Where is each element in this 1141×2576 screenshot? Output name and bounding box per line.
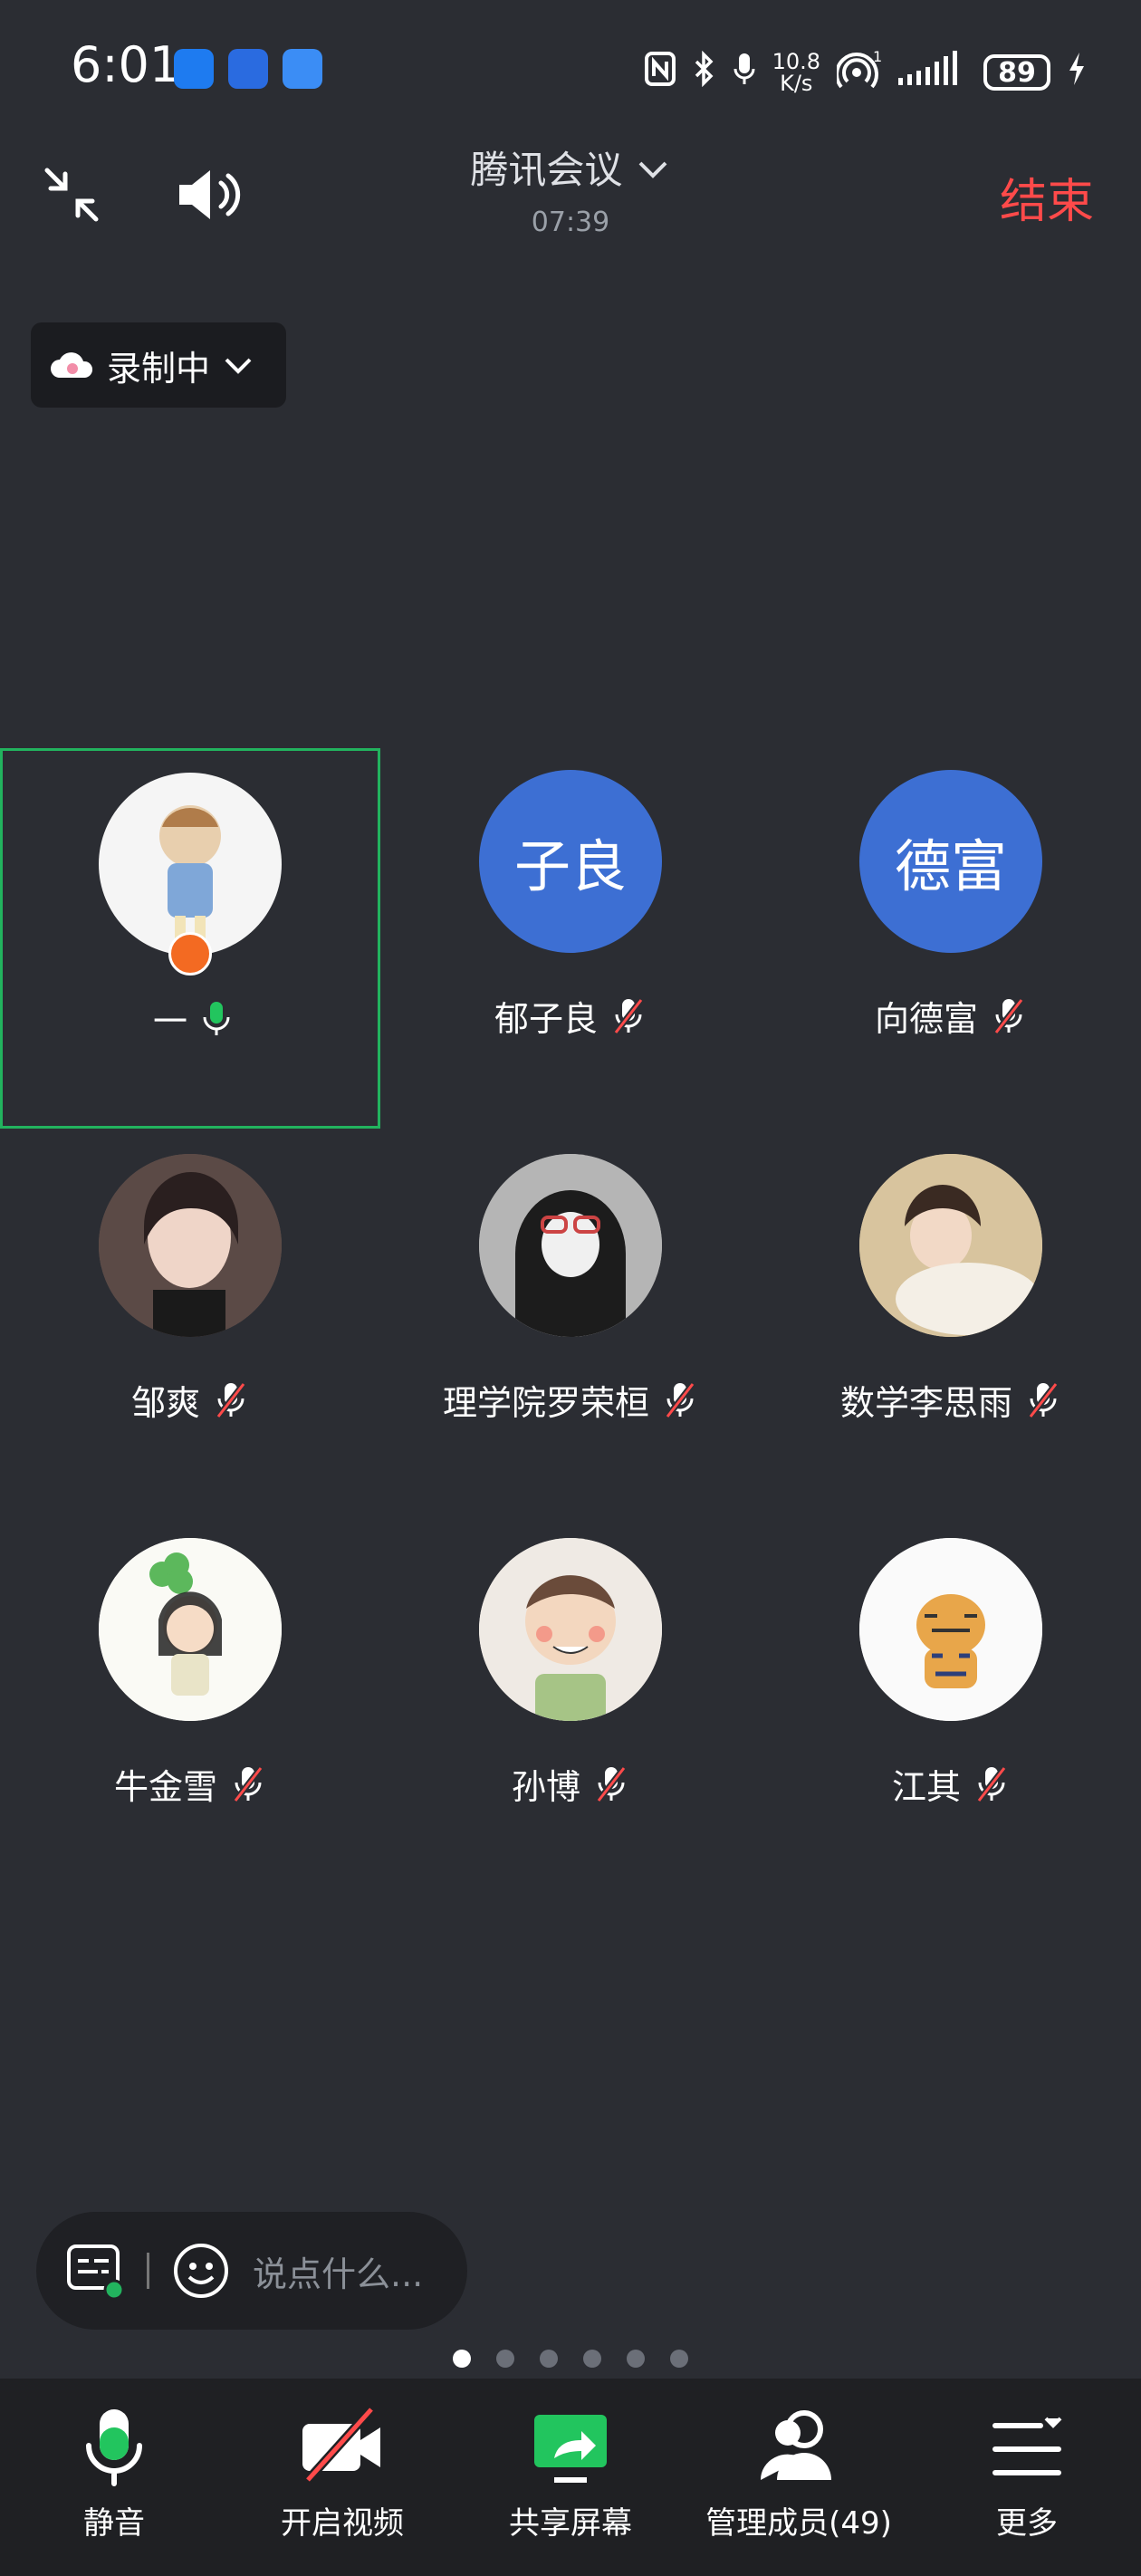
subtitle-icon[interactable] xyxy=(63,2239,127,2302)
mic-on-icon xyxy=(203,1001,230,1035)
participant-tile[interactable]: 牛金雪 xyxy=(0,1516,380,1897)
chevron-down-icon xyxy=(225,358,252,374)
recording-label: 录制中 xyxy=(107,348,211,389)
bluetooth-icon xyxy=(693,50,716,94)
microphone-icon xyxy=(86,2409,142,2486)
battery-indicator: 89 xyxy=(983,54,1050,91)
mic-muted-icon xyxy=(233,1765,264,1802)
participant-tile[interactable]: 德富 向德富 xyxy=(761,748,1141,1129)
mic-muted-icon xyxy=(976,1765,1007,1802)
end-meeting-button[interactable]: 结束 xyxy=(1000,163,1094,231)
hotspot-icon: 1 xyxy=(835,48,882,96)
meeting-title-text: 腾讯会议 xyxy=(470,148,623,192)
chat-separator xyxy=(147,2253,149,2289)
mic-muted-icon xyxy=(613,997,644,1034)
share-screen-icon xyxy=(534,2415,607,2483)
participant-name: 向德富 xyxy=(874,999,978,1039)
avatar xyxy=(859,1154,1042,1337)
signal-icon xyxy=(898,51,967,94)
participant-tile[interactable]: 理学院罗荣桓 xyxy=(380,1132,761,1513)
video-stage: 录制中 一 子良 郁子良 德富 向德富 邹爽 理学院罗荣桓 数学李思雨 牛金雪 … xyxy=(0,261,1141,2379)
participant-name: 孙博 xyxy=(511,1767,580,1807)
page-dot[interactable] xyxy=(453,2350,471,2368)
status-time: 6:01 xyxy=(71,36,181,93)
avatar xyxy=(859,1538,1042,1721)
avatar xyxy=(479,1538,662,1721)
hotspot-sup: 1 xyxy=(873,49,882,65)
bottom-toolbar: 静音 开启视频 共享屏幕 管理成员(49) 更多 xyxy=(0,2379,1141,2576)
participant-name: 一 xyxy=(152,1002,187,1042)
participant-name: 江其 xyxy=(891,1767,961,1807)
page-dot[interactable] xyxy=(627,2350,645,2368)
net-speed-value: 10.8 xyxy=(772,49,820,74)
share-screen-button[interactable]: 共享屏幕 xyxy=(456,2379,685,2576)
participant-tile[interactable]: 子良 郁子良 xyxy=(380,748,761,1129)
network-speed: 10.8 K/s xyxy=(772,51,820,94)
participant-tile[interactable]: 孙博 xyxy=(380,1516,761,1897)
more-button[interactable]: 更多 xyxy=(913,2379,1141,2576)
notification-app-icon xyxy=(174,49,214,89)
avatar: 子良 xyxy=(479,770,662,953)
cloud-icon xyxy=(51,352,93,378)
more-menu-icon xyxy=(992,2417,1062,2475)
chat-input-bar[interactable]: 说点什么... xyxy=(36,2212,467,2330)
mute-label: 静音 xyxy=(83,2505,145,2542)
chevron-down-icon xyxy=(638,161,667,178)
mic-muted-icon xyxy=(1028,1381,1059,1418)
participant-tile[interactable]: 数学李思雨 xyxy=(761,1132,1141,1513)
page-dot[interactable] xyxy=(583,2350,601,2368)
page-dot[interactable] xyxy=(496,2350,514,2368)
nfc-icon xyxy=(644,51,676,94)
mic-status-icon xyxy=(733,51,756,94)
participant-name: 邹爽 xyxy=(130,1383,200,1423)
participant-name: 数学李思雨 xyxy=(839,1383,1012,1423)
page-indicator xyxy=(0,2350,1141,2368)
emoji-icon[interactable] xyxy=(169,2239,233,2302)
notification-weather-icon xyxy=(283,49,322,89)
recording-indicator[interactable]: 录制中 xyxy=(31,322,286,408)
manage-members-button[interactable]: 管理成员(49) xyxy=(685,2379,913,2576)
meeting-header: 腾讯会议 07:39 结束 xyxy=(0,127,1141,261)
avatar xyxy=(479,1154,662,1337)
avatar: 德富 xyxy=(859,770,1042,953)
participant-name: 郁子良 xyxy=(494,999,598,1039)
net-speed-unit: K/s xyxy=(780,71,813,96)
mic-muted-icon xyxy=(596,1765,627,1802)
participant-tile[interactable]: 邹爽 xyxy=(0,1132,380,1513)
share-screen-label: 共享屏幕 xyxy=(509,2505,632,2542)
charging-icon xyxy=(1067,51,1087,94)
avatar xyxy=(99,1154,282,1337)
system-icons: 10.8 K/s 1 89 xyxy=(644,45,1087,100)
chat-placeholder[interactable]: 说点什么... xyxy=(253,2246,423,2296)
participant-tile[interactable]: 江其 xyxy=(761,1516,1141,1897)
host-badge-icon xyxy=(168,932,212,976)
mic-muted-icon xyxy=(216,1381,246,1418)
meeting-elapsed-time: 07:39 xyxy=(531,207,610,238)
page-dot[interactable] xyxy=(670,2350,688,2368)
mic-muted-icon xyxy=(993,997,1024,1034)
page-dot[interactable] xyxy=(540,2350,558,2368)
avatar xyxy=(99,773,282,956)
video-off-icon xyxy=(302,2406,380,2484)
notification-robot-icon xyxy=(228,49,268,89)
mic-muted-icon xyxy=(665,1381,695,1418)
avatar xyxy=(99,1538,282,1721)
participant-name: 牛金雪 xyxy=(113,1767,217,1807)
status-bar: 6:01 10.8 K/s 1 89 xyxy=(0,0,1141,145)
start-video-button[interactable]: 开启视频 xyxy=(228,2379,456,2576)
members-icon xyxy=(760,2410,831,2480)
more-label: 更多 xyxy=(996,2505,1058,2542)
participant-tile[interactable]: 一 xyxy=(0,748,380,1129)
start-video-label: 开启视频 xyxy=(281,2505,404,2542)
participant-name: 理学院罗荣桓 xyxy=(442,1383,649,1423)
mute-button[interactable]: 静音 xyxy=(0,2379,228,2576)
meeting-title[interactable]: 腾讯会议 xyxy=(0,139,1141,195)
manage-members-label: 管理成员(49) xyxy=(705,2505,892,2542)
